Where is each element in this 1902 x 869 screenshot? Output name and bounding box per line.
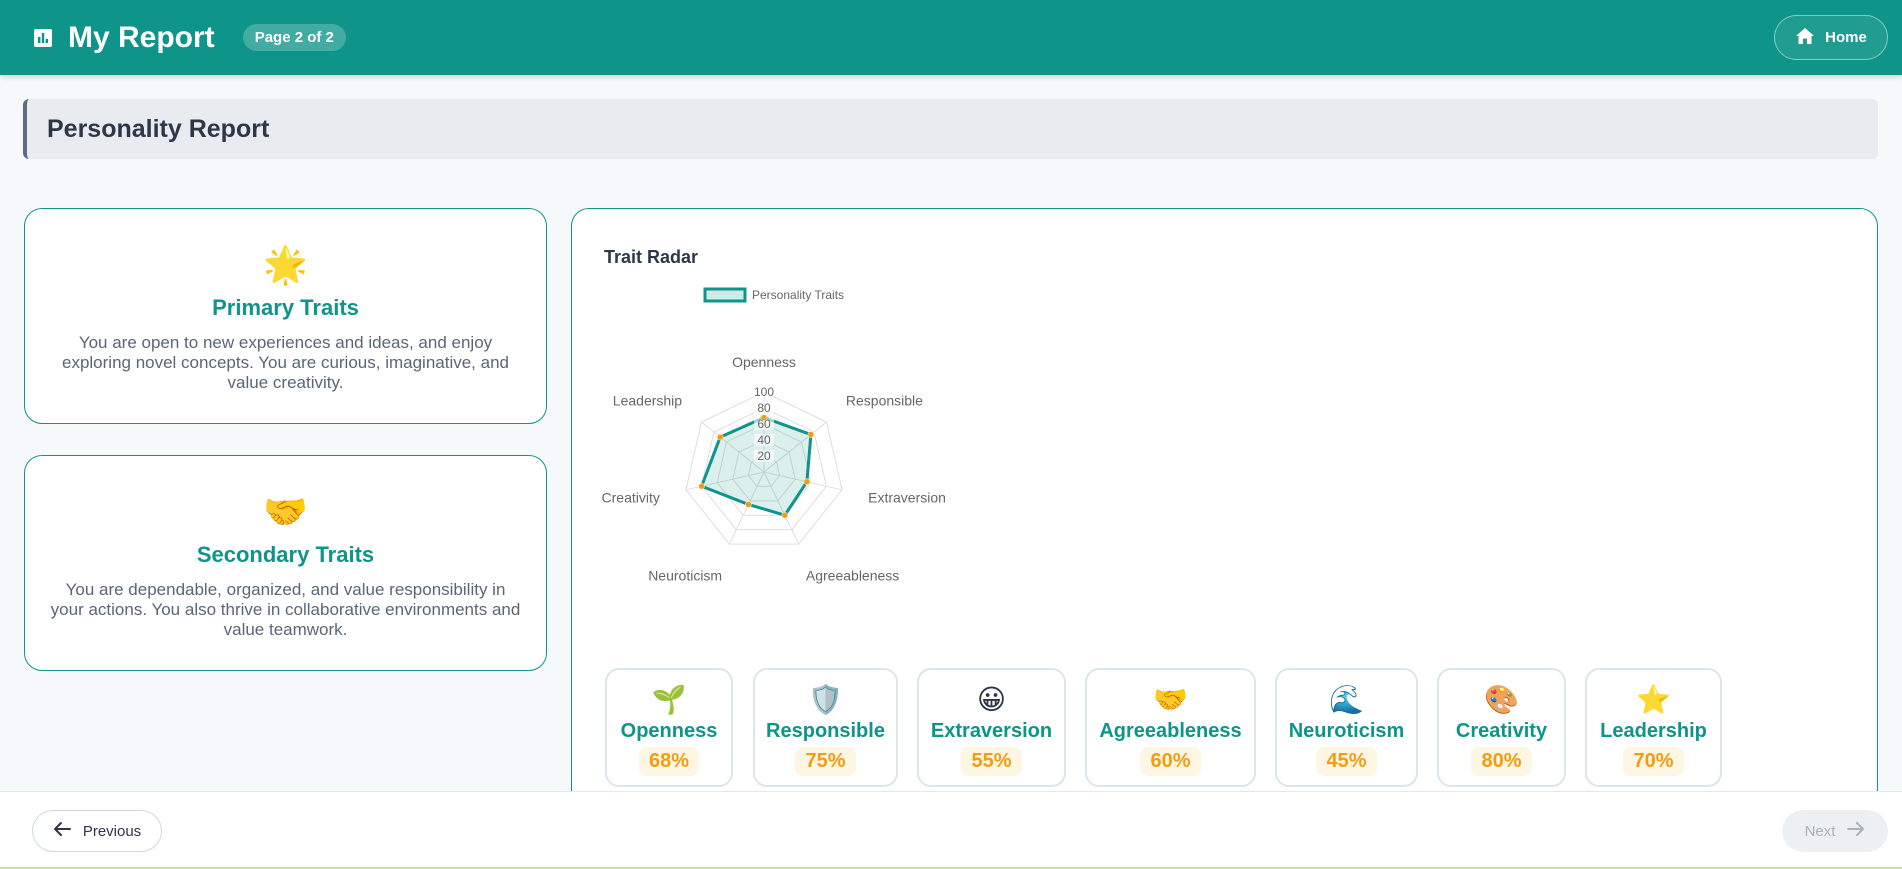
metric-value: 75% [795,747,856,776]
radar-point-creativity [698,482,705,490]
shield-icon: 🛡️ [808,684,843,715]
metric-name: Creativity [1455,720,1548,742]
handshake-icon: 🤝 [263,491,308,532]
radar-chart: Personality Traits20406080100OpennessRes… [602,287,946,584]
metric-card-openness: 🌱 Openness 68% [605,668,733,787]
legend-label: Personality Traits [752,288,844,302]
metric-card-agreeableness: 🤝 Agreeableness 60% [1085,668,1256,787]
metric-value: 80% [1471,747,1532,776]
radar-axis-label-neuroticism: Neuroticism [648,568,722,584]
next-button[interactable]: Next [1782,810,1888,852]
previous-button-label: Previous [82,822,142,840]
arrow-left-icon [53,821,71,841]
metric-value: 68% [638,747,700,776]
metric-card-creativity: 🎨 Creativity 80% [1437,668,1566,787]
primary-traits-card: 🌟 Primary Traits You are open to new exp… [24,208,547,424]
smiley-icon: 😀 [976,684,1007,715]
radar-axis-label-creativity: Creativity [602,490,660,506]
primary-traits-text: You are open to new experiences and idea… [61,333,509,392]
previous-button[interactable]: Previous [32,810,162,852]
app-title: My Report [68,20,215,54]
metric-name: Leadership [1600,720,1707,742]
secondary-traits-text: You are dependable, organized, and value… [50,580,521,639]
radar-point-responsible [807,431,815,438]
metric-card-leadership: ⭐ Leadership 70% [1585,668,1722,787]
radar-axis-label-extraversion: Extraversion [868,490,946,506]
radar-tick-label: 100 [754,385,774,399]
legend-swatch [703,287,747,303]
metric-value: 55% [961,747,1022,776]
metric-name: Neuroticism [1288,720,1405,742]
radar-axis-label-responsible: Responsible [846,392,923,408]
radar-series-area [700,416,813,517]
metric-name: Agreeableness [1099,720,1242,742]
glowing-star-icon: 🌟 [263,244,308,285]
radar-axis-label-openness: Openness [732,354,796,370]
metric-name: Openness [620,720,718,742]
palette-icon: 🎨 [1484,684,1519,715]
home-button-label: Home [1825,29,1867,46]
metric-value: 70% [1623,747,1684,776]
section-title: Personality Report [47,114,270,143]
page-badge: Page 2 of 2 [242,24,346,51]
metric-card-responsible: 🛡️ Responsible 75% [753,668,898,787]
home-icon [1795,27,1815,49]
section-title-bar: Personality Report [23,99,1878,159]
secondary-traits-card: 🤝 Secondary Traits You are dependable, o… [24,455,547,671]
home-button[interactable]: Home [1774,15,1888,60]
bar-chart-icon [32,27,54,49]
seedling-icon: 🌱 [651,684,687,715]
app-header: My Report Page 2 of 2 Home [0,0,1902,75]
radar-tick-label: 20 [757,449,771,463]
radar-axis-label-leadership: Leadership [613,392,682,408]
radar-point-agreeableness [781,511,789,519]
radar-tick-label: 40 [757,433,771,447]
star-icon: ⭐ [1636,684,1671,715]
footer-nav: Previous Next [0,791,1902,869]
metric-name: Responsible [766,720,885,742]
secondary-traits-title: Secondary Traits [196,542,375,567]
handshake-icon: 🤝 [1153,684,1188,715]
metric-value: 45% [1316,747,1377,776]
next-button-label: Next [1804,822,1836,840]
radar-axis-label-agreeableness: Agreeableness [806,568,899,584]
arrow-right-icon [1847,821,1865,841]
radar-point-extraversion [803,478,811,486]
radar-point-leadership [716,433,724,441]
metric-card-neuroticism: 🌊 Neuroticism 45% [1275,668,1418,787]
radar-legend: Personality Traits [703,287,844,303]
metric-card-extraversion: 😀 Extraversion 55% [917,668,1066,787]
primary-traits-title: Primary Traits [212,295,359,320]
wave-icon: 🌊 [1329,684,1364,715]
metric-name: Extraversion [930,720,1053,742]
radar-tick-label: 80 [757,401,771,415]
metric-value: 60% [1140,747,1201,776]
radar-point-neuroticism [745,501,752,508]
radar-point-openness [760,414,768,421]
